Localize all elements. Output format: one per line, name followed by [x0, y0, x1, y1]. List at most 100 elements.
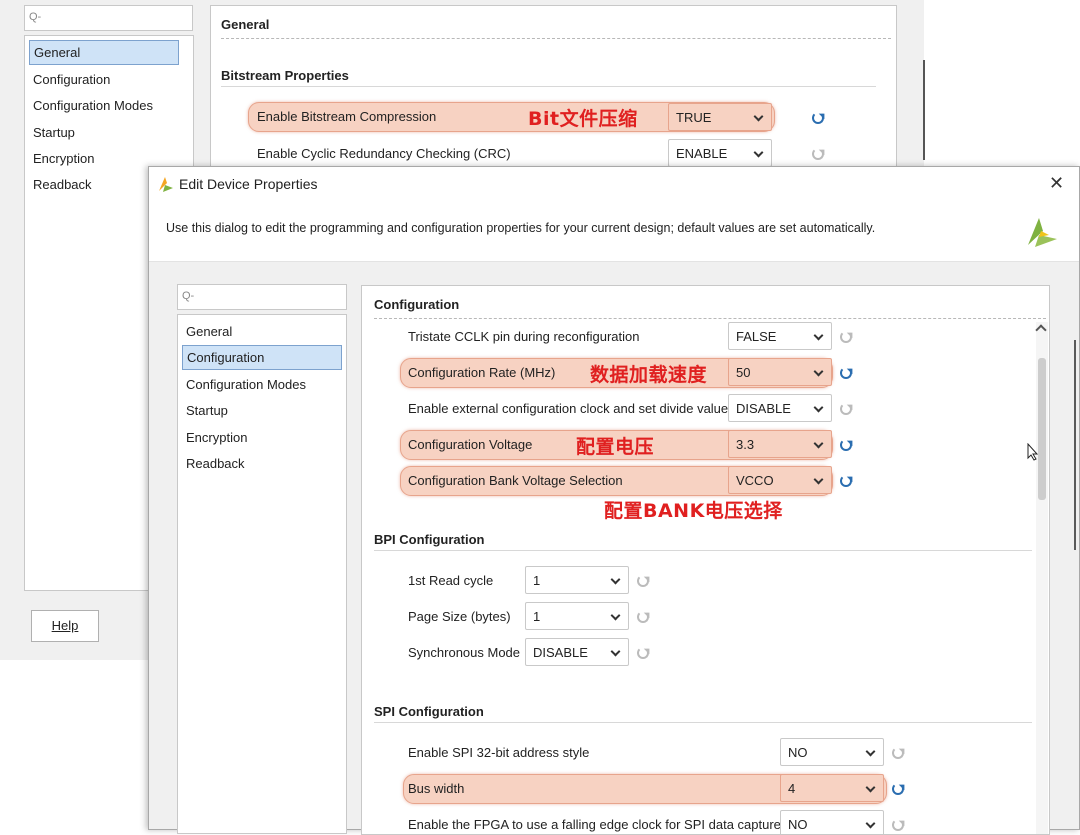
reset-icon[interactable] — [637, 611, 649, 623]
chevron-down-icon — [865, 782, 876, 793]
dialog-title: Edit Device Properties — [179, 176, 318, 192]
reset-icon[interactable] — [637, 647, 649, 659]
falling-edge-dropdown[interactable]: NO — [780, 810, 884, 834]
dialog-description: Use this dialog to edit the programming … — [166, 221, 876, 235]
prop-label-config-voltage: Configuration Voltage — [408, 437, 533, 452]
help-button-label: Help — [51, 618, 79, 633]
chevron-down-icon — [813, 366, 824, 377]
section-divider — [221, 38, 891, 39]
dropdown-value: DISABLE — [533, 645, 588, 660]
section-title: Configuration — [374, 297, 460, 312]
mouse-cursor-icon — [1027, 443, 1039, 461]
reset-icon[interactable] — [840, 439, 852, 451]
reset-icon[interactable] — [812, 112, 824, 124]
bg-section-title: General — [221, 17, 270, 32]
spi-divider — [374, 722, 1032, 723]
dropdown-value: 3.3 — [736, 437, 755, 452]
dropdown-value: 4 — [788, 781, 796, 796]
dropdown-value: VCCO — [736, 473, 774, 488]
prop-label-crc: Enable Cyclic Redundancy Checking (CRC) — [257, 146, 511, 161]
prop-label-external-clock: Enable external configuration clock and … — [408, 401, 729, 416]
scrollbar-thumb[interactable] — [1038, 358, 1046, 500]
background-window-edge — [923, 60, 925, 160]
vivado-logo-icon — [159, 177, 173, 192]
bg-properties-panel: General Bitstream Properties Enable Bits… — [210, 5, 897, 175]
prop-label-tristate-cclk: Tristate CCLK pin during reconfiguration — [408, 329, 640, 344]
annotation-config-voltage: 配置电压 — [576, 436, 655, 458]
section-divider — [374, 318, 1046, 319]
bank-voltage-dropdown[interactable]: VCCO — [728, 466, 832, 494]
prop-label-spi-32bit: Enable SPI 32-bit address style — [408, 745, 590, 760]
category-list: General Configuration Configuration Mode… — [177, 314, 347, 834]
bus-width-dropdown[interactable]: 4 — [780, 774, 884, 802]
crc-dropdown[interactable]: ENABLE — [668, 139, 772, 167]
spi-32bit-dropdown[interactable]: NO — [780, 738, 884, 766]
edit-device-properties-dialog: Edit Device Properties ✕ Use this dialog… — [148, 166, 1080, 835]
bg-nav-configuration-modes[interactable]: Configuration Modes — [29, 93, 179, 118]
window-edge — [1074, 340, 1076, 550]
chevron-down-icon — [813, 474, 824, 485]
compression-dropdown[interactable]: TRUE — [668, 103, 772, 131]
reset-icon[interactable] — [892, 747, 904, 759]
bg-nav-general[interactable]: General — [29, 40, 179, 65]
dialog-titlebar: Edit Device Properties ✕ — [149, 167, 1079, 201]
nav-configuration[interactable]: Configuration — [182, 345, 342, 370]
reset-icon[interactable] — [840, 475, 852, 487]
reset-icon[interactable] — [840, 367, 852, 379]
chevron-down-icon — [813, 330, 824, 341]
dropdown-value: ENABLE — [676, 146, 728, 161]
external-clock-dropdown[interactable]: DISABLE — [728, 394, 832, 422]
nav-readback[interactable]: Readback — [182, 451, 332, 476]
config-rate-dropdown[interactable]: 50 — [728, 358, 832, 386]
bg-search-input[interactable]: Q- — [24, 5, 193, 31]
search-icon: Q- — [29, 11, 42, 23]
reset-icon[interactable] — [892, 819, 904, 831]
reset-icon[interactable] — [840, 331, 852, 343]
page-size-dropdown[interactable]: 1 — [525, 602, 629, 630]
dropdown-value: 1 — [533, 573, 541, 588]
prop-label-bank-voltage: Configuration Bank Voltage Selection — [408, 473, 623, 488]
chevron-down-icon — [865, 746, 876, 757]
nav-startup[interactable]: Startup — [182, 398, 332, 423]
spi-section-title: SPI Configuration — [374, 704, 484, 719]
dropdown-value: FALSE — [736, 329, 777, 344]
config-voltage-dropdown[interactable]: 3.3 — [728, 430, 832, 458]
prop-label-page-size: Page Size (bytes) — [408, 609, 511, 624]
annotation-bank-voltage: 配置BANK电压选择 — [604, 500, 783, 522]
bpi-divider — [374, 550, 1032, 551]
dropdown-value: NO — [788, 745, 808, 760]
help-button[interactable]: Help — [31, 610, 99, 642]
chevron-down-icon — [865, 818, 876, 829]
subsection-divider — [221, 86, 876, 87]
chevron-down-icon — [610, 646, 621, 657]
annotation-data-load-speed: 数据加载速度 — [590, 364, 708, 386]
prop-label-synchronous-mode: Synchronous Mode — [408, 645, 521, 660]
chevron-down-icon — [813, 402, 824, 413]
chevron-down-icon — [753, 111, 764, 122]
prop-label-config-rate: Configuration Rate (MHz) — [408, 365, 556, 380]
bg-nav-configuration[interactable]: Configuration — [29, 67, 179, 92]
nav-configuration-modes[interactable]: Configuration Modes — [182, 372, 332, 397]
nav-encryption[interactable]: Encryption — [182, 425, 332, 450]
reset-icon[interactable] — [840, 403, 852, 415]
dropdown-value: 1 — [533, 609, 541, 624]
bg-subsection-title: Bitstream Properties — [221, 68, 349, 83]
properties-panel: Configuration Tristate CCLK pin during r… — [361, 285, 1050, 835]
bg-nav-startup[interactable]: Startup — [29, 120, 179, 145]
synchronous-mode-dropdown[interactable]: DISABLE — [525, 638, 629, 666]
nav-general[interactable]: General — [182, 319, 332, 344]
dropdown-value: TRUE — [676, 110, 712, 125]
reset-icon[interactable] — [812, 148, 824, 160]
prop-label-read-cycle: 1st Read cycle — [408, 573, 494, 588]
dropdown-value: DISABLE — [736, 401, 791, 416]
reset-icon[interactable] — [892, 783, 904, 795]
chevron-down-icon — [813, 438, 824, 449]
reset-icon[interactable] — [637, 575, 649, 587]
prop-label-bus-width: Bus width — [408, 781, 465, 796]
chevron-down-icon — [753, 147, 764, 158]
tristate-cclk-dropdown[interactable]: FALSE — [728, 322, 832, 350]
search-input[interactable]: Q- — [177, 284, 347, 310]
close-icon[interactable]: ✕ — [1049, 173, 1064, 194]
read-cycle-dropdown[interactable]: 1 — [525, 566, 629, 594]
chevron-down-icon — [610, 610, 621, 621]
